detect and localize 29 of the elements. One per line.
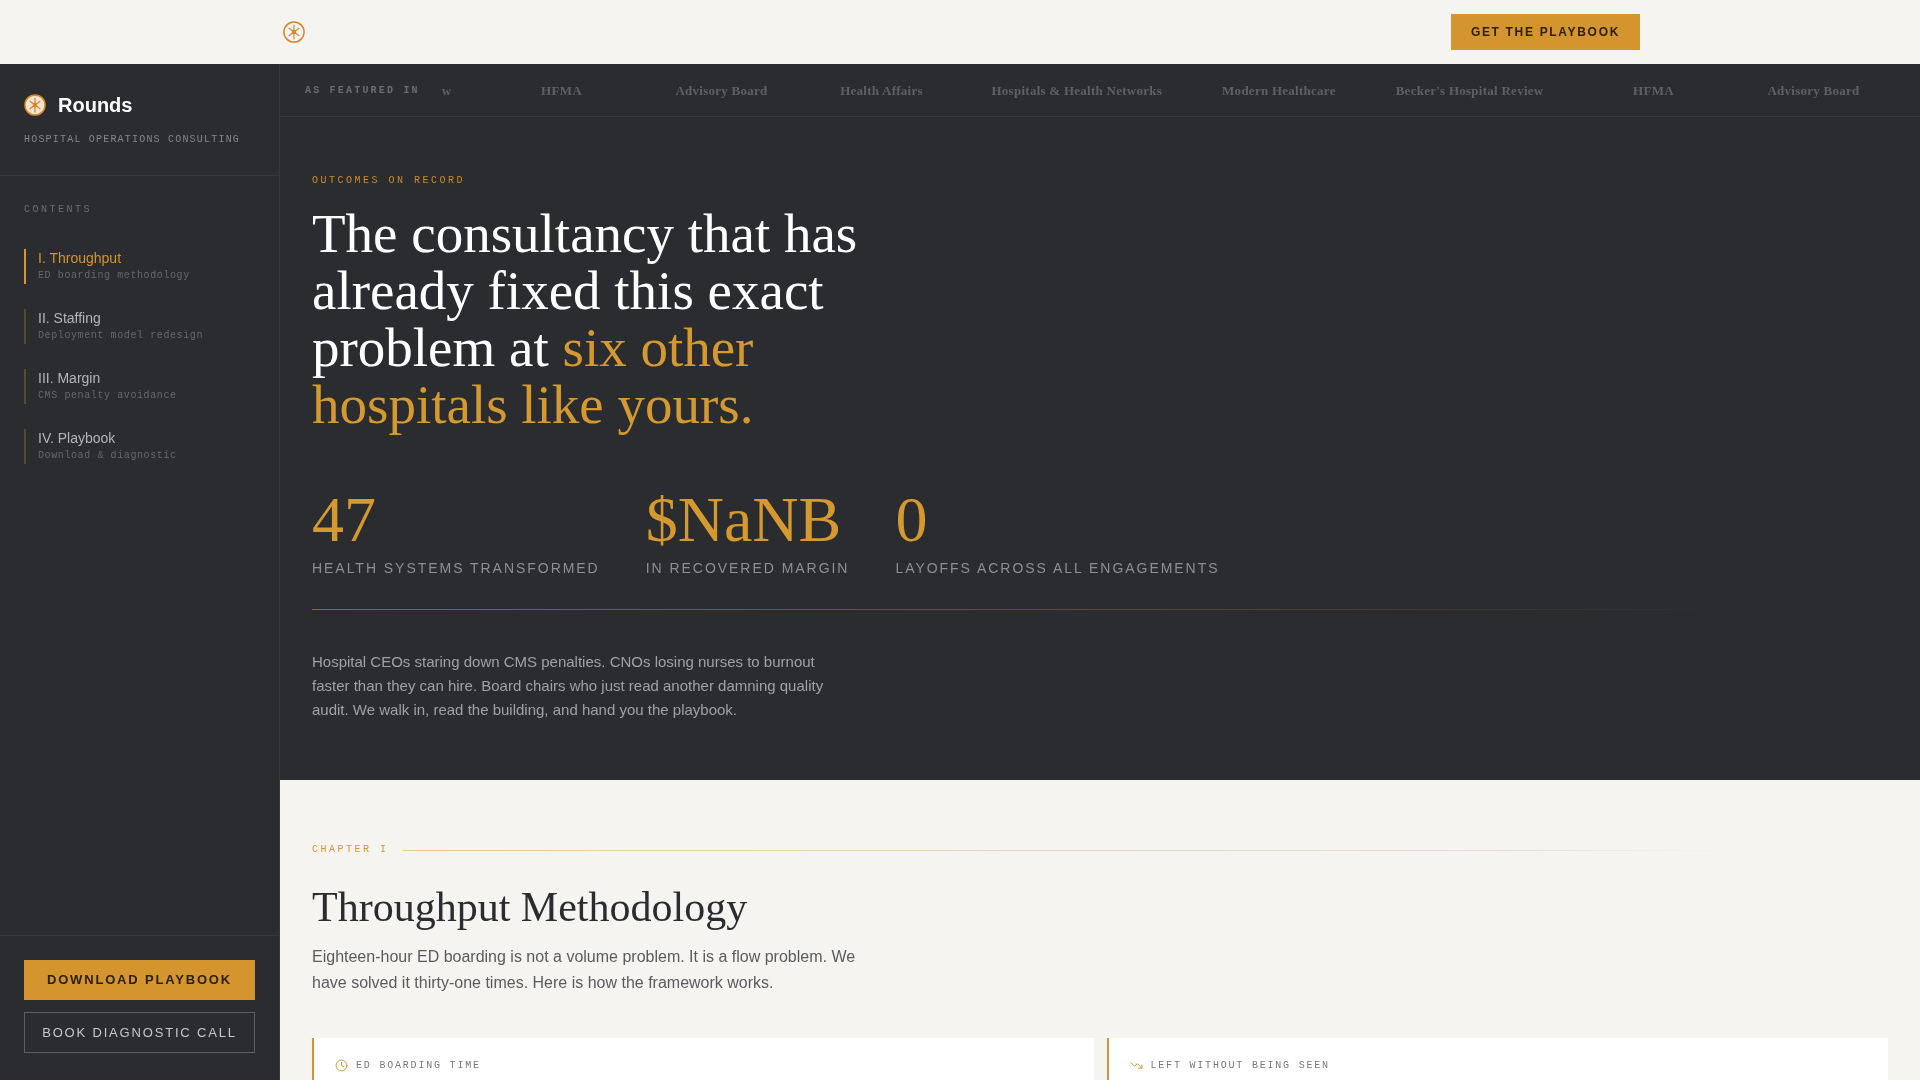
contents-link[interactable]: I. Throughput ED boarding methodology <box>24 249 255 284</box>
stat-label: HEALTH SYSTEMS TRANSFORMED <box>312 560 600 576</box>
stat-value: $NaNB <box>645 486 842 554</box>
stat-label: IN RECOVERED MARGIN <box>645 560 850 576</box>
metric-label: LEFT WITHOUT BEING SEEN <box>1150 1059 1330 1073</box>
clock-icon <box>335 1059 348 1072</box>
hero-intro: Hospital CEOs staring down CMS penalties. CNOs losing nurses to burnout faster than they can hire. Board chairs who just read another damning quality audit. We walk in, read the building, and hand you the playbook. <box>312 652 825 720</box>
brand-name: Rounds <box>58 93 133 118</box>
contents-heading: CONTENTS <box>24 203 93 217</box>
stat-value: 47 <box>312 486 376 554</box>
chapter-title: Throughput Methodology <box>312 883 749 932</box>
trend-down-icon <box>1129 1059 1143 1072</box>
hero-headline: The consultancy that has already fixed this exact problem at six other hospitals like yours. <box>312 205 859 433</box>
brand-tagline: HOSPITAL OPERATIONS CONSULTING <box>24 133 242 147</box>
featured-label: AS FEATURED IN <box>305 83 420 98</box>
contents-link[interactable]: III. Margin CMS penalty avoidance <box>24 369 255 404</box>
hero-eyebrow: OUTCOMES ON RECORD <box>312 174 467 188</box>
chapter-eyebrow: CHAPTER I <box>312 843 389 857</box>
logo-icon <box>283 21 305 43</box>
stat-label: LAYOFFS ACROSS ALL ENGAGEMENTS <box>895 560 1220 576</box>
brand-logo-icon <box>24 94 46 116</box>
metric-label: ED BOARDING TIME <box>356 1059 481 1073</box>
chapter-intro: Eighteen-hour ED boarding is not a volume problem. It is a flow problem. We have solved it thirty-one times. Here is how the framework works. <box>312 947 857 993</box>
download-playbook-button[interactable]: DOWNLOAD PLAYBOOK <box>24 960 255 1000</box>
contents-link[interactable]: IV. Playbook Download & diagnostic <box>24 429 255 464</box>
stat-value: 0 <box>895 486 928 554</box>
contents-link[interactable]: II. Staffing Deployment model redesign <box>24 309 255 344</box>
book-call-button[interactable]: BOOK DIAGNOSTIC CALL <box>24 1012 255 1053</box>
get-playbook-button[interactable]: GET THE PLAYBOOK <box>1450 14 1640 50</box>
